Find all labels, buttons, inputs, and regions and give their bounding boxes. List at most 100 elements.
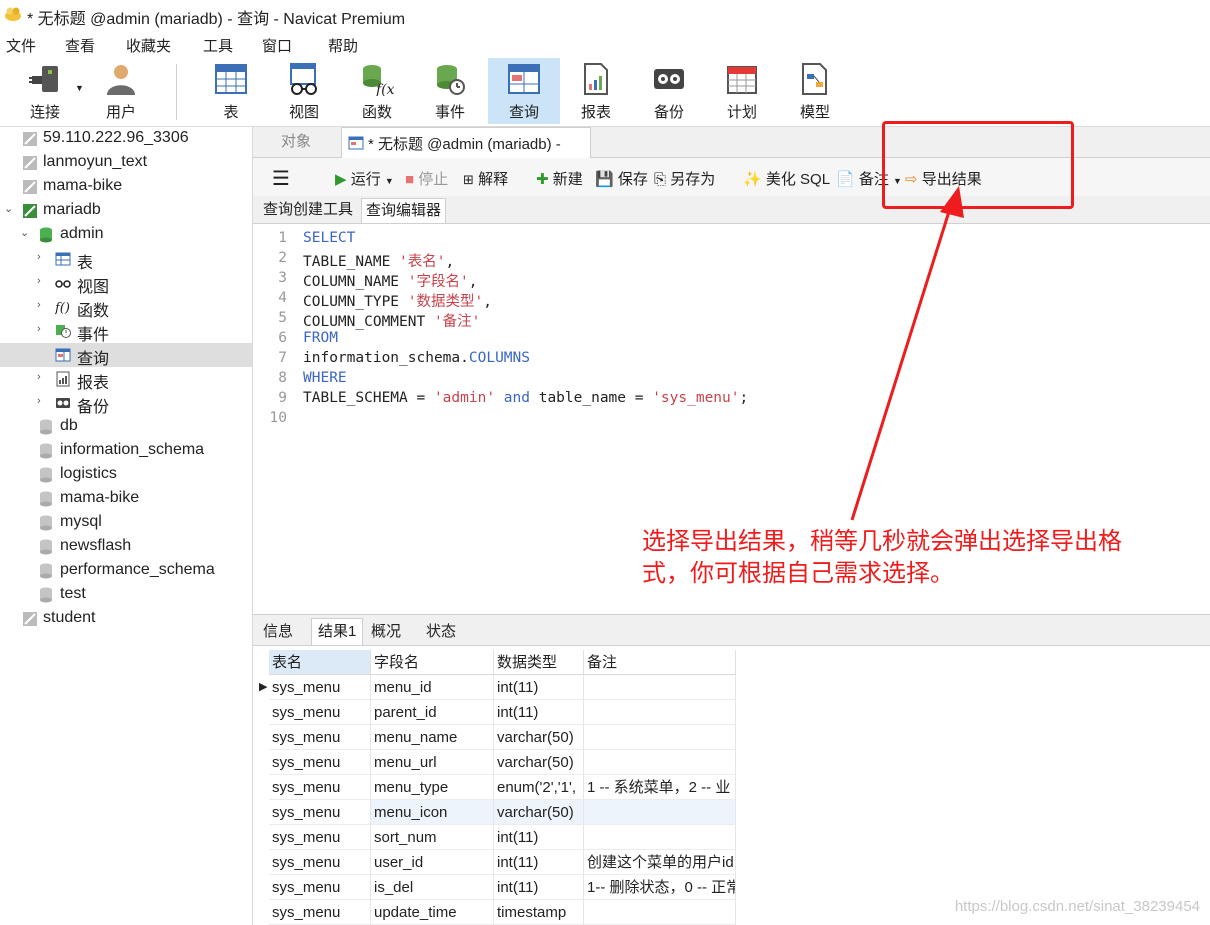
tree-connection-mama-bike[interactable]: mama-bike <box>0 175 252 199</box>
tree-database-mama-bike[interactable]: mama-bike <box>0 487 252 511</box>
event-button[interactable]: 事件 <box>415 58 485 124</box>
table-cell[interactable] <box>584 825 736 850</box>
tree-events[interactable]: › 事件 <box>0 319 252 345</box>
chevron-right-icon[interactable]: › <box>37 396 47 407</box>
table-cell[interactable]: varchar(50) <box>494 725 584 750</box>
table-cell[interactable]: varchar(50) <box>494 800 584 825</box>
chevron-down-icon[interactable]: ⌄ <box>4 204 14 215</box>
connect-button[interactable]: 连接 <box>10 58 80 124</box>
chevron-right-icon[interactable]: › <box>37 324 47 335</box>
table-cell[interactable] <box>584 725 736 750</box>
save-button[interactable]: 💾 保存 <box>595 168 648 189</box>
table-cell[interactable]: sys_menu <box>269 825 371 850</box>
table-cell[interactable]: menu_url <box>371 750 494 775</box>
query-button[interactable]: 查询 <box>488 58 560 124</box>
table-row[interactable]: sys_menu menu_icon varchar(50) <box>253 800 736 825</box>
table-cell[interactable]: sort_num <box>371 825 494 850</box>
table-cell[interactable] <box>584 675 736 700</box>
table-cell[interactable]: 1 -- 系统菜单，2 -- 业 <box>584 775 736 800</box>
table-cell[interactable]: sys_menu <box>269 850 371 875</box>
menu-file[interactable]: 文件 <box>6 35 36 56</box>
table-button[interactable]: 表 <box>196 58 266 124</box>
save-as-button[interactable]: ⎘ 另存为 <box>654 168 715 189</box>
tree-connection-mariadb[interactable]: ⌄ mariadb <box>0 199 252 223</box>
tree-connection-student[interactable]: student <box>0 607 252 631</box>
model-button[interactable]: 模型 <box>780 58 850 124</box>
table-row[interactable]: sys_menu user_id int(11) 创建这个菜单的用户id <box>253 850 736 875</box>
table-cell[interactable]: menu_id <box>371 675 494 700</box>
view-button[interactable]: 视图 <box>269 58 339 124</box>
dropdown-arrow-icon[interactable]: ▼ <box>385 176 394 186</box>
table-cell[interactable]: sys_menu <box>269 750 371 775</box>
chevron-right-icon[interactable]: › <box>37 372 47 383</box>
schedule-button[interactable]: 计划 <box>707 58 777 124</box>
table-cell[interactable]: menu_type <box>371 775 494 800</box>
explain-button[interactable]: ⊞ 解释 <box>463 168 508 189</box>
table-cell[interactable]: int(11) <box>494 875 584 900</box>
table-cell[interactable]: enum('2','1', <box>494 775 584 800</box>
tree-database-logistics[interactable]: logistics <box>0 463 252 487</box>
tab-status[interactable]: 状态 <box>420 619 462 645</box>
table-row[interactable]: ▶ sys_menu menu_id int(11) <box>253 675 736 700</box>
tab-query[interactable]: * 无标题 @admin (mariadb) - <box>341 127 591 159</box>
tree-database-db[interactable]: db <box>0 415 252 439</box>
table-cell[interactable]: int(11) <box>494 675 584 700</box>
column-header[interactable]: 数据类型 <box>494 650 584 675</box>
run-button[interactable]: ▶ 运行 ▼ <box>335 168 394 189</box>
tab-result1[interactable]: 结果1 <box>311 618 364 645</box>
table-cell[interactable]: menu_icon <box>371 800 494 825</box>
table-cell[interactable]: 创建这个菜单的用户id <box>584 850 736 875</box>
table-cell[interactable]: varchar(50) <box>494 750 584 775</box>
menu-help[interactable]: 帮助 <box>328 35 358 56</box>
table-cell[interactable]: parent_id <box>371 700 494 725</box>
tree-functions[interactable]: › f() 函数 <box>0 295 252 321</box>
tree-views[interactable]: › 视图 <box>0 271 252 297</box>
tab-overview[interactable]: 概况 <box>365 619 407 645</box>
menu-view[interactable]: 查看 <box>65 35 95 56</box>
tree-connection-59[interactable]: 59.110.222.96_3306 <box>0 127 252 151</box>
column-header[interactable]: 表名 <box>269 650 371 675</box>
tree-database-performance-schema[interactable]: performance_schema <box>0 559 252 583</box>
table-cell[interactable] <box>584 700 736 725</box>
table-cell[interactable]: int(11) <box>494 850 584 875</box>
user-button[interactable]: 用户 <box>86 58 156 124</box>
table-cell[interactable]: timestamp <box>494 900 584 925</box>
table-cell[interactable]: sys_menu <box>269 800 371 825</box>
tree-connection-lanmoyun[interactable]: lanmoyun_text <box>0 151 252 175</box>
table-cell[interactable] <box>584 900 736 925</box>
beautify-sql-button[interactable]: ✨ 美化 SQL <box>743 168 830 189</box>
tree-tables[interactable]: › 表 <box>0 247 252 273</box>
tree-database-test[interactable]: test <box>0 583 252 607</box>
table-row[interactable]: sys_menu menu_url varchar(50) <box>253 750 736 775</box>
tree-database-newsflash[interactable]: newsflash <box>0 535 252 559</box>
menu-favorites[interactable]: 收藏夹 <box>126 35 171 56</box>
menu-window[interactable]: 窗口 <box>262 35 292 56</box>
tab-query-editor[interactable]: 查询编辑器 <box>361 198 447 223</box>
table-row[interactable]: sys_menu parent_id int(11) <box>253 700 736 725</box>
table-cell[interactable]: sys_menu <box>269 775 371 800</box>
table-cell[interactable] <box>584 800 736 825</box>
chevron-down-icon[interactable]: ⌄ <box>20 228 30 239</box>
tree-queries[interactable]: 查询 <box>0 343 252 368</box>
table-cell[interactable]: sys_menu <box>269 700 371 725</box>
table-row[interactable]: sys_menu menu_type enum('2','1', 1 -- 系统菜单，… <box>253 775 736 800</box>
stop-button[interactable]: ■ 停止 <box>405 168 448 189</box>
tree-database-information-schema[interactable]: information_schema <box>0 439 252 463</box>
table-cell[interactable]: sys_menu <box>269 875 371 900</box>
menu-tools[interactable]: 工具 <box>203 35 233 56</box>
chevron-right-icon[interactable]: › <box>37 276 47 287</box>
tree-backups[interactable]: › 备份 <box>0 391 252 417</box>
table-cell[interactable]: is_del <box>371 875 494 900</box>
column-header[interactable]: 备注 <box>584 650 736 675</box>
table-cell[interactable] <box>584 750 736 775</box>
table-row[interactable]: sys_menu is_del int(11) 1-- 删除状态，0 -- 正常 <box>253 875 736 900</box>
function-button[interactable]: f(x) 函数 <box>342 58 412 124</box>
table-cell[interactable]: user_id <box>371 850 494 875</box>
connect-dropdown-icon[interactable]: ▼ <box>75 83 84 93</box>
table-cell[interactable]: int(11) <box>494 825 584 850</box>
tab-query-builder[interactable]: 查询创建工具 <box>259 198 357 222</box>
tree-reports[interactable]: › 报表 <box>0 367 252 392</box>
chevron-right-icon[interactable]: › <box>37 252 47 263</box>
table-row[interactable]: sys_menu sort_num int(11) <box>253 825 736 850</box>
table-cell[interactable]: sys_menu <box>269 725 371 750</box>
